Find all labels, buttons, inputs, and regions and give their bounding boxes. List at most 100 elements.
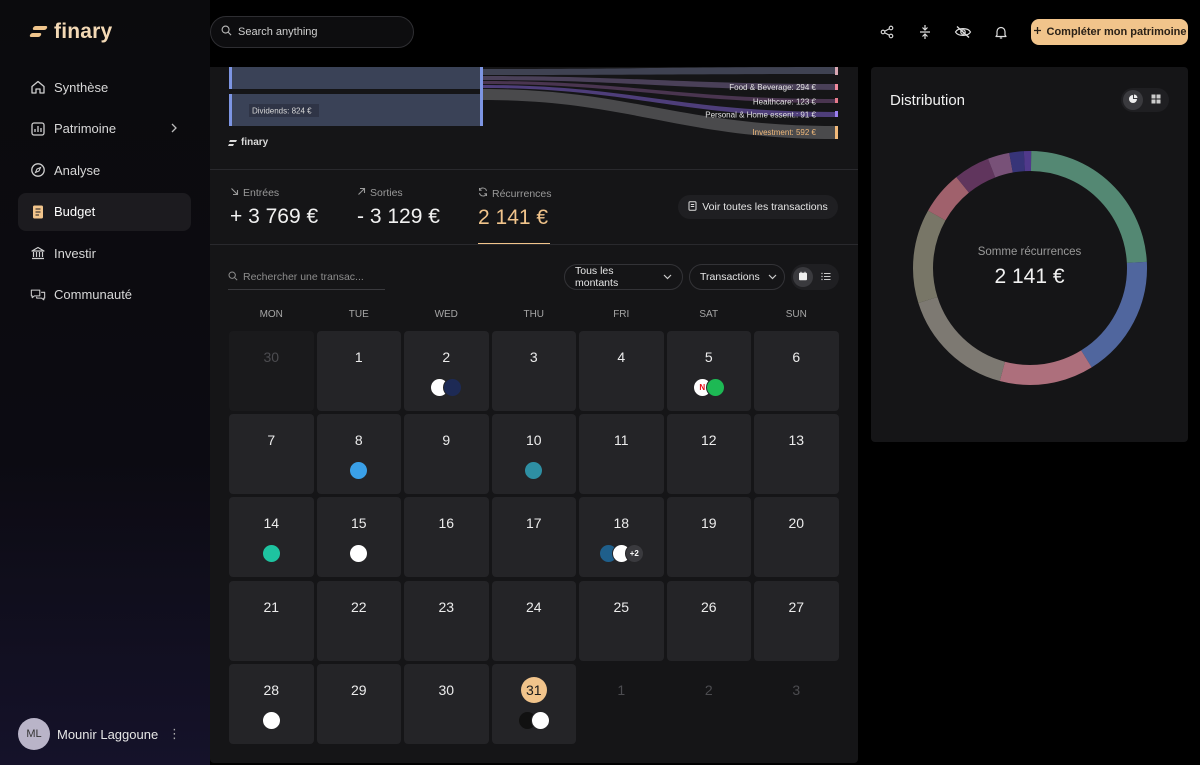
view-mode-toggle [791,264,839,290]
more-merchants-badge[interactable]: +2 [624,544,644,564]
home-icon [30,79,46,95]
calendar-day[interactable]: 11 [579,414,664,495]
calendar-day[interactable]: 5N [666,331,751,411]
merchant-logo-icon[interactable] [261,544,281,564]
sankey-left-label: Dividends: 824 € [252,107,312,116]
transaction-search[interactable] [228,265,385,290]
sidebar-item-patrimoine[interactable]: Patrimoine [18,110,191,148]
calendar-day[interactable]: 9 [404,414,489,495]
chevron-down-icon [663,271,672,283]
merchant-logo-icon[interactable] [443,378,463,397]
grid-icon [1151,91,1161,109]
merchant-logo-icon[interactable] [530,710,550,730]
search-input[interactable] [238,26,398,38]
calendar-day[interactable]: 8 [316,414,402,495]
calendar-day[interactable]: 30 [404,663,489,744]
day-number: 25 [613,598,630,615]
calendar-view-button[interactable] [793,267,813,287]
merchant-logo-icon[interactable] [261,710,281,730]
calendar-day[interactable]: 4 [579,331,664,411]
calendar-day[interactable]: 29 [316,663,401,744]
view-all-transactions-button[interactable]: Voir toutes les transactions [678,195,838,219]
calendar-day[interactable]: 25 [579,580,664,661]
sidebar-item-budget[interactable]: Budget [18,192,191,231]
collapse-icon[interactable] [915,22,935,42]
sidebar-item-analyse[interactable]: Analyse [18,151,191,189]
global-search[interactable] [210,16,414,48]
distribution-view-toggle [1121,88,1169,112]
pie-view-button[interactable] [1123,90,1143,110]
merchant-logo-icon[interactable] [349,544,369,564]
calendar-day[interactable]: 14 [229,497,314,578]
transaction-search-input[interactable] [243,271,373,283]
stat-recurrences[interactable]: Récurrences 2 141 € [478,187,552,230]
list-view-button[interactable] [816,267,836,287]
distribution-title: Distribution [890,92,966,109]
bell-icon[interactable] [991,22,1011,42]
sidebar-item-label: Analyse [54,162,101,178]
calendar-day[interactable]: 2 [404,331,489,411]
day-number: 16 [438,515,455,532]
calendar-day: 2 [667,664,752,744]
calendar-day[interactable]: 20 [754,497,839,578]
calendar-day[interactable]: 31 [491,663,576,744]
calendar-day[interactable]: 13 [754,414,839,495]
type-filter-dropdown[interactable]: Transactions [689,264,785,290]
calendar-day[interactable]: 16 [404,497,489,578]
day-number: 24 [525,598,542,615]
eye-off-icon[interactable] [953,22,973,42]
amount-filter-dropdown[interactable]: Tous les montants [564,264,683,290]
merchant-logo-icon[interactable] [349,461,369,481]
share-icon[interactable] [877,22,897,42]
calendar-day[interactable]: 7 [229,414,314,495]
stat-sorties[interactable]: Sorties - 3 129 € [357,187,440,229]
chevron-right-icon [169,122,179,137]
recurring-merchants [317,461,402,481]
calendar-day[interactable]: 26 [666,580,751,661]
merchant-logo-icon[interactable] [524,461,544,481]
calendar-day[interactable]: 3 [491,331,576,411]
calendar-day[interactable]: 24 [491,580,576,661]
calendar-day[interactable]: 22 [316,580,401,661]
sankey-node-top [230,67,480,89]
stat-entrees[interactable]: Entrées + 3 769 € [230,187,318,229]
calendar-day[interactable]: 28 [229,663,314,744]
calendar-day[interactable]: 19 [666,497,751,578]
sidebar-item-label: Patrimoine [54,121,117,136]
sidebar-item-synthese[interactable]: Synthèse [18,68,191,106]
sidebar-item-communaute[interactable]: Communauté [18,276,191,314]
calendar-day[interactable]: 1 [316,331,401,411]
day-number: 12 [700,432,717,449]
donut-segment[interactable] [999,350,1092,385]
calendar-day[interactable]: 6 [754,331,839,411]
calendar-day[interactable]: 12 [666,414,751,495]
complete-patrimoine-button[interactable]: Compléter mon patrimoine [1031,19,1188,45]
today-date: 31 [520,676,547,703]
finary-logo[interactable]: finary [29,20,112,44]
merchant-logo-icon[interactable] [705,378,725,397]
day-number: 19 [700,515,717,532]
calendar-day[interactable]: 30 [229,331,314,411]
user-profile[interactable]: ML Mounir Laggoune ⋮ [18,718,191,750]
donut-segment[interactable] [1009,151,1026,173]
calendar-day[interactable]: 18 +2 [579,497,664,578]
sidebar-item-investir[interactable]: Investir [18,234,191,272]
donut-segment[interactable] [988,152,1013,178]
donut-segment[interactable] [956,158,996,193]
day-number: 14 [263,515,280,532]
calendar-day[interactable]: 21 [229,580,314,661]
calendar-day[interactable]: 27 [754,580,839,661]
grid-view-button[interactable] [1146,90,1166,110]
more-options-icon[interactable]: ⋮ [168,726,181,742]
type-filter-label: Transactions [700,271,760,283]
calendar-day[interactable]: 10 [491,414,576,495]
calendar-day[interactable]: 17 [491,497,576,578]
donut-segment[interactable] [928,177,970,221]
calendar-day[interactable]: 15 [316,497,401,578]
sidebar-nav: Synthèse Patrimoine Analyse Budget Inves… [18,68,191,317]
sankey-right-label: Healthcare: 123 € [753,98,817,107]
finary-logo-icon [29,24,48,40]
calendar-day[interactable]: 23 [404,580,489,661]
donut-segment[interactable] [918,296,1006,382]
day-number: 1 [617,681,626,698]
